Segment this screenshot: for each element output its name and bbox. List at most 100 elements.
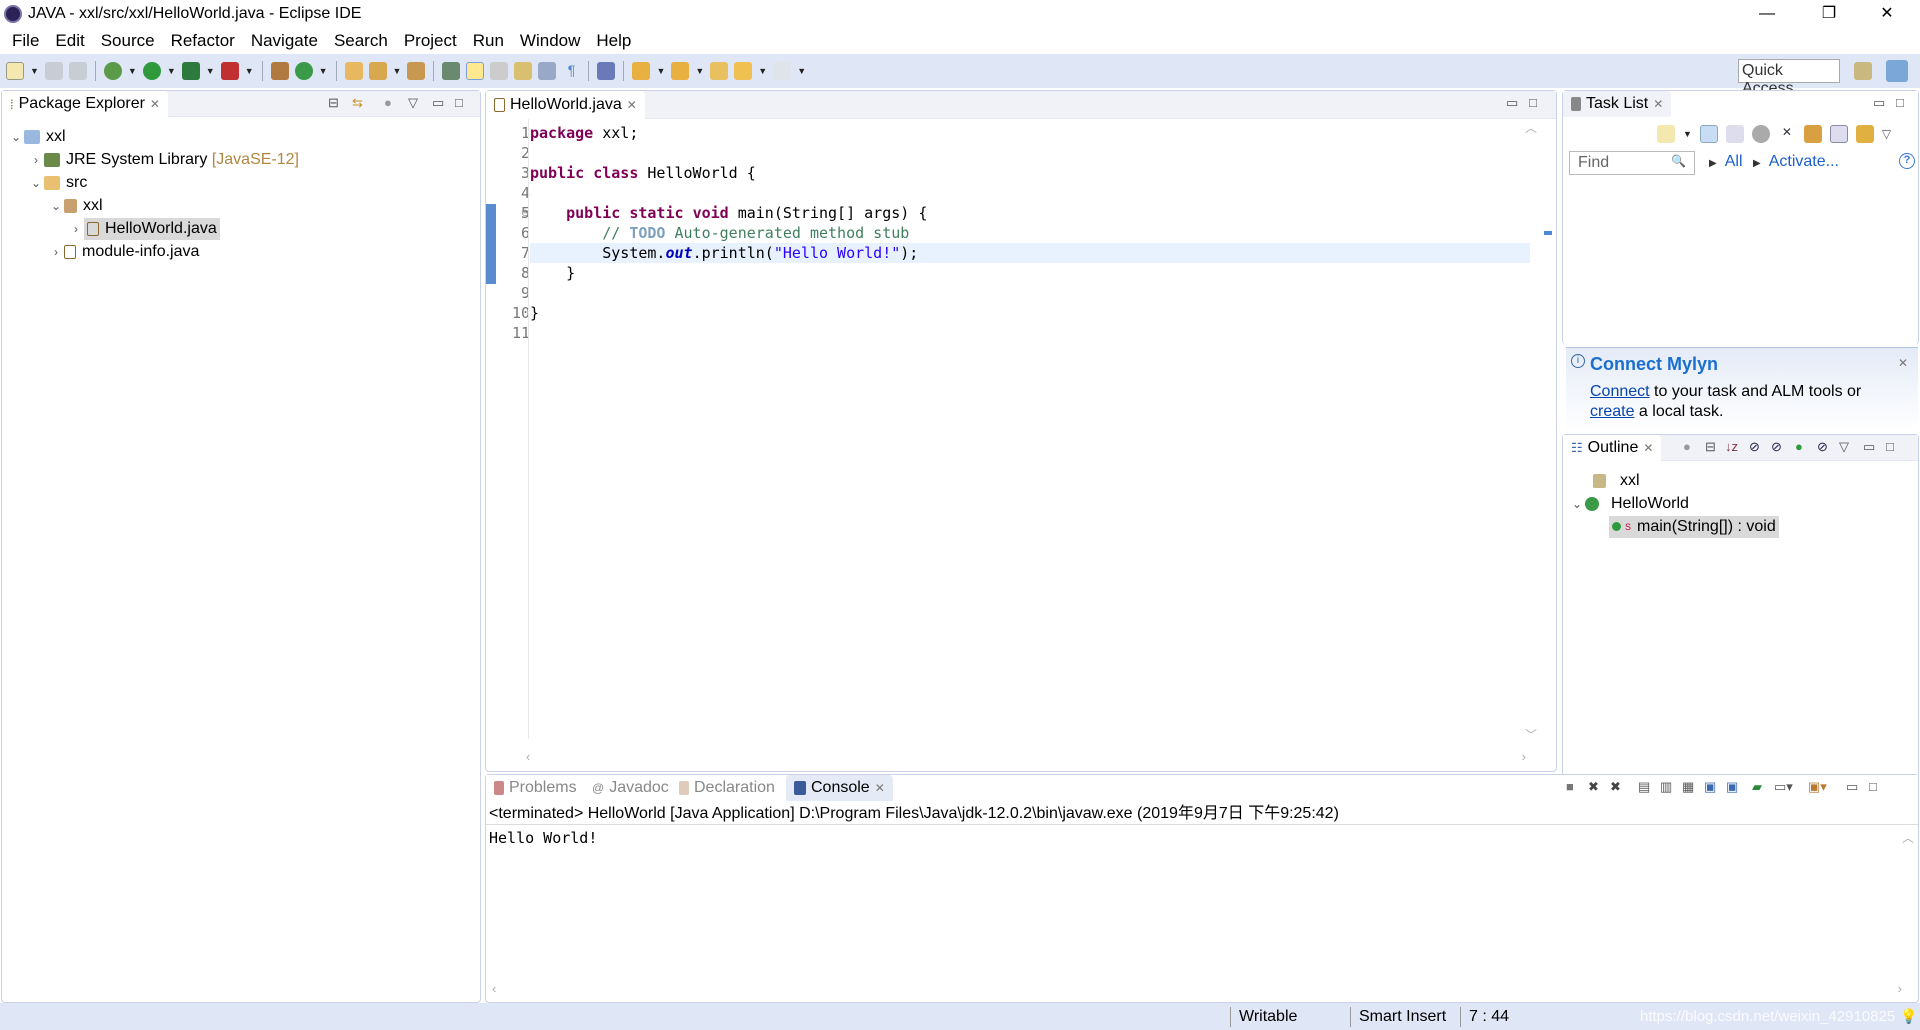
- hide-non-public-icon[interactable]: ●: [1795, 439, 1803, 454]
- find-input[interactable]: Find 🔍: [1569, 151, 1695, 175]
- debug-icon[interactable]: [103, 62, 122, 80]
- tree-item-helloworld[interactable]: › HelloWorld.java: [2, 217, 480, 240]
- collapse-all-icon[interactable]: ⊟: [328, 95, 339, 111]
- menu-navigate[interactable]: Navigate: [243, 31, 326, 51]
- show-my-tasks-icon[interactable]: [1803, 125, 1822, 143]
- block-selection-icon[interactable]: [490, 62, 509, 80]
- minimize-icon[interactable]: ▭: [432, 95, 444, 111]
- close-icon[interactable]: ✕: [875, 781, 885, 795]
- open-console-icon[interactable]: ▣▾: [1808, 779, 1827, 795]
- hide-local-types-icon[interactable]: ⊘: [1817, 439, 1828, 455]
- scheduled-icon[interactable]: [1725, 125, 1744, 143]
- collapse-all-icon[interactable]: ⊟: [1705, 439, 1716, 455]
- menu-window[interactable]: Window: [512, 31, 588, 51]
- menu-edit[interactable]: Edit: [47, 31, 92, 51]
- quick-access-input[interactable]: Quick Access: [1738, 59, 1840, 97]
- tab-task-list[interactable]: Task List ✕: [1563, 91, 1672, 117]
- next-annotation-icon[interactable]: [514, 62, 533, 80]
- prev-annotation-icon[interactable]: [671, 62, 690, 80]
- open-task-icon[interactable]: [407, 62, 426, 80]
- restore-button[interactable]: ❐: [1800, 0, 1858, 28]
- maximize-icon[interactable]: □: [1869, 779, 1877, 794]
- show-on-stdout-icon[interactable]: ▣: [1704, 779, 1716, 795]
- save-all-icon[interactable]: [68, 62, 87, 80]
- close-icon[interactable]: ✕: [1653, 97, 1663, 111]
- last-edit-icon[interactable]: [710, 62, 729, 80]
- console-hscrollbar[interactable]: ‹ ›: [492, 981, 1902, 996]
- tree-item-jre[interactable]: › JRE System Library [JavaSE-12]: [2, 148, 480, 171]
- tab-package-explorer[interactable]: ⁞ Package Explorer ✕: [2, 91, 168, 117]
- create-link[interactable]: create: [1590, 403, 1634, 420]
- minimize-icon[interactable]: ▭: [1846, 779, 1858, 795]
- outline-item-class[interactable]: ⌄ HelloWorld: [1563, 492, 1918, 515]
- tab-problems[interactable]: Problems: [486, 775, 585, 801]
- close-icon[interactable]: ✕: [1898, 356, 1908, 370]
- focus-icon[interactable]: ●: [1683, 439, 1691, 454]
- menu-source[interactable]: Source: [93, 31, 163, 51]
- close-icon[interactable]: ✕: [1643, 441, 1653, 455]
- maximize-icon[interactable]: □: [455, 95, 463, 110]
- clear-console-icon[interactable]: ▤: [1638, 779, 1650, 795]
- save-icon[interactable]: [44, 62, 63, 80]
- pin-console-icon[interactable]: ▰: [1752, 779, 1762, 795]
- minimize-icon[interactable]: ▭: [1873, 95, 1885, 111]
- coverage-icon[interactable]: [181, 62, 200, 80]
- open-perspective-icon[interactable]: [1854, 62, 1872, 80]
- maximize-icon[interactable]: □: [1529, 95, 1537, 110]
- menu-project[interactable]: Project: [396, 31, 465, 51]
- minimize-icon[interactable]: ▭: [1506, 95, 1518, 111]
- focus-icon[interactable]: [1751, 125, 1770, 143]
- tab-outline[interactable]: ☷ Outline ✕: [1563, 435, 1662, 461]
- outline-item-package[interactable]: xxl: [1563, 469, 1918, 492]
- close-button[interactable]: ✕: [1858, 0, 1916, 28]
- tab-javadoc[interactable]: @ Javadoc: [584, 775, 677, 801]
- show-on-stderr-icon[interactable]: ▣: [1726, 779, 1738, 795]
- open-type-icon[interactable]: [344, 62, 363, 80]
- outline-item-main[interactable]: Smain(String[]) : void: [1563, 515, 1918, 538]
- tab-console[interactable]: Console ✕: [786, 775, 893, 801]
- toggle-breadcrumb-icon[interactable]: [442, 62, 461, 80]
- menu-help[interactable]: Help: [588, 31, 639, 51]
- menu-run[interactable]: Run: [465, 31, 512, 51]
- forward-icon[interactable]: [773, 62, 792, 80]
- maximize-icon[interactable]: □: [1886, 439, 1894, 454]
- console-vscrollbar[interactable]: ︿: [1902, 829, 1914, 846]
- close-icon[interactable]: ✕: [150, 97, 160, 111]
- scroll-lock-icon[interactable]: ▥: [1660, 779, 1672, 795]
- word-wrap-icon[interactable]: ▦: [1682, 779, 1694, 795]
- new-icon[interactable]: [6, 62, 24, 80]
- link-with-editor-icon[interactable]: ⇆: [352, 95, 363, 111]
- collapse-all-icon[interactable]: [1829, 125, 1848, 143]
- activate-link[interactable]: ▶ Activate...: [1753, 153, 1839, 171]
- code-editor[interactable]: package xxl; public class HelloWorld { p…: [530, 123, 1530, 343]
- java-perspective-icon[interactable]: [1886, 60, 1908, 82]
- new-java-project-icon[interactable]: [270, 62, 289, 80]
- run-icon[interactable]: [142, 62, 161, 80]
- vertical-scrollbar[interactable]: ︿ ﹀: [1522, 119, 1540, 747]
- back-icon[interactable]: [734, 62, 753, 80]
- remove-launch-icon[interactable]: ✖: [1588, 779, 1599, 795]
- display-console-icon[interactable]: ▭▾: [1774, 779, 1793, 795]
- remove-all-icon[interactable]: ✖: [1610, 779, 1621, 795]
- show-whitespace-icon[interactable]: [538, 62, 557, 80]
- tree-item-module-info[interactable]: › module-info.java: [2, 240, 480, 263]
- connect-link[interactable]: Connect: [1590, 383, 1650, 400]
- lightbulb-icon[interactable]: 💡: [1900, 1008, 1917, 1025]
- minimize-icon[interactable]: ▭: [1863, 439, 1875, 455]
- next-annotation-icon[interactable]: [632, 62, 651, 80]
- horizontal-scrollbar[interactable]: ‹ ›: [526, 749, 1526, 767]
- help-icon[interactable]: ?: [1899, 153, 1915, 169]
- hide-fields-icon[interactable]: ⊘: [1749, 439, 1760, 455]
- menu-file[interactable]: File: [4, 31, 47, 51]
- tab-helloworld-java[interactable]: HelloWorld.java ✕: [486, 91, 645, 119]
- hide-static-icon[interactable]: ⊘: [1771, 439, 1782, 455]
- tree-item-package[interactable]: ⌄ xxl: [2, 194, 480, 217]
- mark-occurrences-icon[interactable]: [466, 62, 485, 80]
- tree-item-src[interactable]: ⌄ src: [2, 171, 480, 194]
- hide-completed-icon[interactable]: ✕: [1778, 125, 1796, 143]
- new-class-icon[interactable]: [294, 62, 313, 80]
- toggle-ant-icon[interactable]: [597, 62, 616, 80]
- all-link[interactable]: ▶ All: [1709, 153, 1743, 171]
- menu-search[interactable]: Search: [326, 31, 396, 51]
- new-task-icon[interactable]: [1657, 125, 1675, 143]
